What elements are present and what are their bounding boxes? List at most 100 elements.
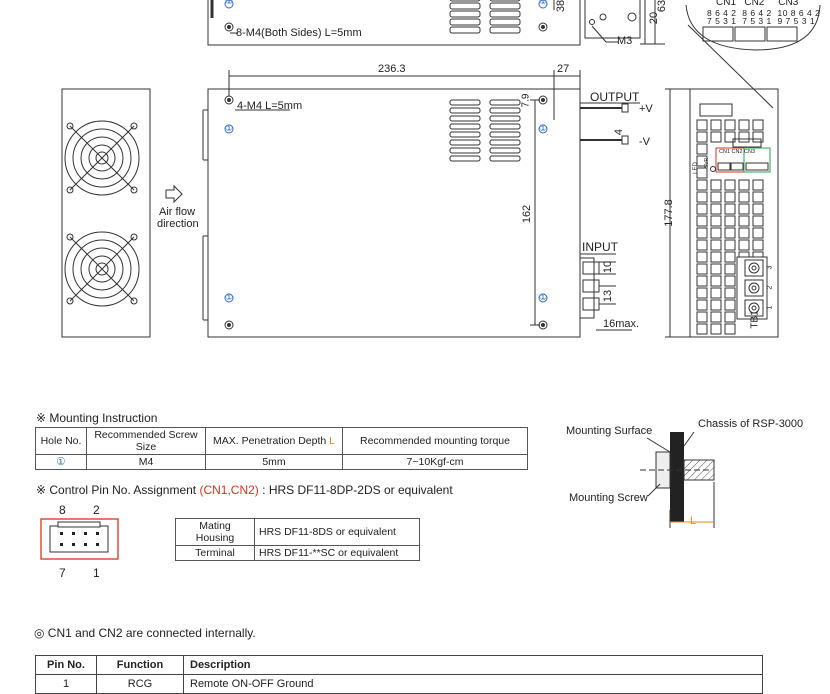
- vent-slot: [710, 179, 722, 191]
- mounting-side-diagram: [640, 431, 715, 528]
- vent-slot: [738, 191, 750, 203]
- vent-slot: [738, 203, 750, 215]
- vent-slot: [710, 215, 722, 227]
- output-label: OUTPUT: [590, 90, 640, 104]
- tb1-label: TB1: [749, 310, 761, 329]
- cell-description: Remote ON-OFF Ground: [183, 674, 763, 694]
- tb-num-1: 1: [766, 305, 774, 310]
- airflow-arrow: [165, 184, 183, 204]
- dim-162-label: 162: [521, 204, 534, 224]
- mounting-table-header: Hole No. Recommended Screw Size MAX. Pen…: [35, 427, 528, 455]
- fan-top: [64, 120, 140, 196]
- vent-slot: [724, 311, 736, 323]
- dim-4-label: 4: [613, 128, 626, 136]
- vent-slot: [724, 299, 736, 311]
- cn3-bottom-pins: 9 7 5 3 1: [777, 16, 816, 26]
- vent-slot: [696, 227, 708, 239]
- cn-callout-titles: CN1 CN2 CN3: [716, 0, 798, 8]
- input-label: INPUT: [582, 240, 618, 254]
- hole-mark: ①: [225, 292, 234, 302]
- vent-slot: [738, 227, 750, 239]
- vent-slot: [724, 323, 736, 335]
- cn1-label: CN1: [716, 0, 737, 8]
- header-pin-no: Pin No.: [35, 655, 97, 675]
- dim-1778-label: 177.8: [662, 199, 675, 227]
- vent-slot: [710, 251, 722, 263]
- vent-slot: [752, 179, 764, 191]
- depth-symbol: L: [329, 435, 335, 447]
- vent-slot: [710, 131, 722, 143]
- pin-7-label: 7: [59, 566, 66, 580]
- tb-num-3: 3: [766, 265, 774, 270]
- mounting-table: Hole No. Recommended Screw Size MAX. Pen…: [35, 427, 528, 470]
- cn2-bottom-pins: 7 5 3 1: [742, 16, 772, 26]
- vent-slot: [710, 275, 722, 287]
- control-pin-prefix: ※ Control Pin No. Assignment: [36, 483, 200, 497]
- dim-10-label: 10: [602, 260, 615, 274]
- mating-housing-value: HRS DF11-8DS or equivalent: [254, 518, 420, 546]
- control-pin-highlight: (CN1,CN2): [199, 483, 259, 497]
- hole-mark: ①: [539, 123, 548, 133]
- vent-slot: [724, 275, 736, 287]
- header-description: Description: [183, 655, 763, 675]
- vent-slot: [738, 215, 750, 227]
- vent-slot: [710, 203, 722, 215]
- pin-2-label: 2: [93, 503, 100, 517]
- side-screw-note: 4-M4 L=5mm: [237, 100, 303, 112]
- header-hole-no: Hole No.: [35, 427, 87, 455]
- vent-slot: [710, 287, 722, 299]
- vent-slot: [724, 215, 736, 227]
- mounting-screw-label: Mounting Screw: [569, 492, 648, 504]
- pin-1-label: 1: [93, 566, 100, 580]
- vent-slot: [738, 179, 750, 191]
- pin-function-table: Pin No. Function Description 1 RCG Remot…: [35, 655, 763, 694]
- control-pin-suffix: : HRS DF11-8DP-2DS or equivalent: [258, 483, 453, 497]
- cn2-label: CN2: [744, 0, 765, 8]
- hole-mark: ①: [225, 123, 234, 133]
- vent-slot: [738, 239, 750, 251]
- vent-slot: [752, 215, 764, 227]
- dim-63: 63: [656, 0, 669, 13]
- vent-slot: [696, 143, 708, 155]
- vent-slot: [696, 287, 708, 299]
- vent-slot: [752, 191, 764, 203]
- vent-slot: [696, 179, 708, 191]
- vent-slot: [696, 299, 708, 311]
- dim-79-label: 7.9: [520, 93, 532, 108]
- top-m3-label: M3: [617, 35, 633, 47]
- vent-slot: [710, 239, 722, 251]
- dim-depth-label: 27: [557, 63, 570, 75]
- led-label: LED: [692, 162, 699, 174]
- vent-slot: [724, 179, 736, 191]
- chassis-label: Chassis of RSP-3000: [698, 418, 804, 430]
- l-dimension-label: L: [690, 515, 697, 527]
- svr-label: SVR: [704, 157, 711, 169]
- vent-slot: [696, 203, 708, 215]
- vent-slot: [696, 215, 708, 227]
- top-terminal-bracket: [584, 0, 641, 39]
- cn-callout-bottom-pins: 7 5 3 1 7 5 3 1 9 7 5 3 1: [707, 16, 815, 26]
- vent-slot: [752, 203, 764, 215]
- rear-label-window: [699, 103, 733, 117]
- vent-slot: [710, 263, 722, 275]
- rear-cn-label: CN1 CN2 CN3: [719, 149, 756, 155]
- header-penetration-text: MAX. Penetration Depth: [213, 435, 327, 447]
- vent-slot: [710, 299, 722, 311]
- vent-slot: [710, 119, 722, 131]
- table-row: ① M4 5mm 7~10Kgf-cm: [35, 454, 528, 470]
- vent-slot: [724, 239, 736, 251]
- fan-bottom: [64, 231, 140, 307]
- pin-table-header: Pin No. Function Description: [35, 655, 763, 675]
- terminal-value: HRS DF11-**SC or equivalent: [254, 545, 420, 561]
- rear-cn-blocks: [717, 162, 769, 171]
- table-row: Mating Housing HRS DF11-8DS or equivalen…: [175, 518, 420, 546]
- mating-table: Mating Housing HRS DF11-8DS or equivalen…: [175, 518, 420, 561]
- vent-slot: [724, 287, 736, 299]
- tb-num-2: 2: [766, 285, 774, 290]
- top-screw-note: 8-M4(Both Sides) L=5mm: [236, 27, 362, 39]
- terminal-label: Terminal: [175, 545, 255, 561]
- vent-slot: [696, 323, 708, 335]
- mating-housing-label: Mating Housing: [175, 518, 255, 546]
- dim-20: 20: [648, 11, 661, 25]
- vent-slot: [696, 275, 708, 287]
